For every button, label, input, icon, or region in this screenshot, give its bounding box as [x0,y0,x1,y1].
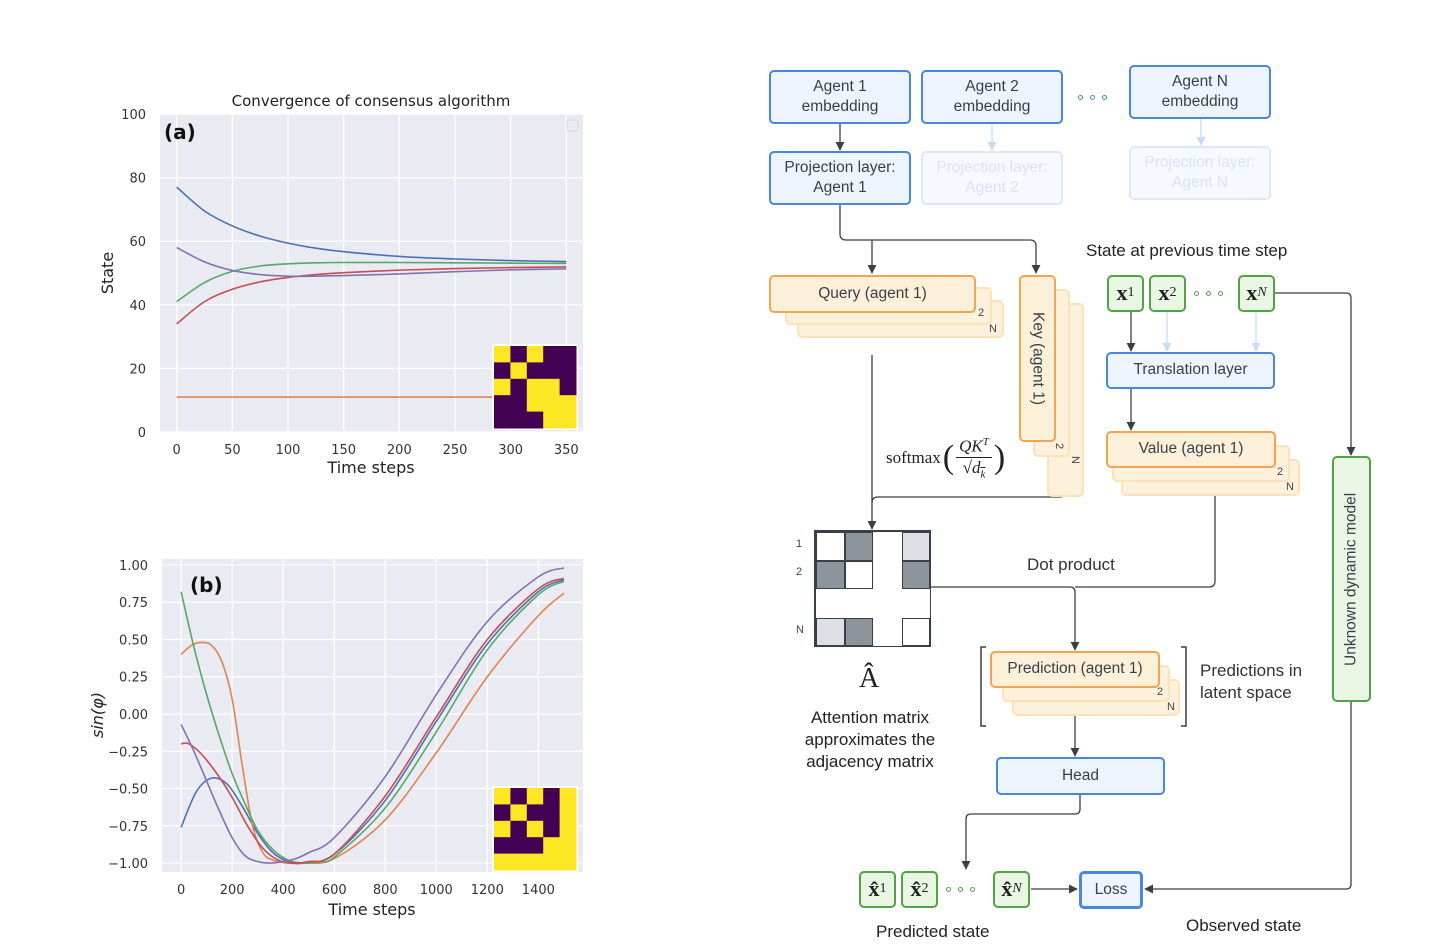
matrix-cell [873,617,902,646]
arrow-proj1-to-key [839,205,1041,274]
x2-symbol: x [1158,280,1170,306]
prediction-stack-N-label: N [1167,701,1175,713]
head-node: Head [996,757,1165,795]
observed-state-label: Observed state [1186,916,1302,935]
projection-agent1-node: Projection layer: Agent 1 [769,151,911,205]
key-stack-2-label: 2 [1053,443,1065,450]
xhat2-node: x̂ 2 [901,871,938,908]
matrix-row-label: 1 [796,538,803,550]
dot-product-label: Dot product [1027,555,1115,574]
agentN-embedding-node: Agent N embedding [1129,65,1271,119]
xhat2-subscript: 2 [921,881,929,897]
xN-subscript: N [1257,285,1267,301]
x2-node: x2 [1149,275,1186,312]
matrix-cell [816,589,845,618]
softmax-paren-left: ( [942,439,955,477]
xhatN-subscript: N [1012,881,1022,897]
arrow-head-to-predicted-state [961,795,1081,870]
projection-agentN-node: Projection layer: Agent N [1129,146,1271,200]
a-hat-symbol: Â [859,663,880,694]
xN-node: xN [1238,275,1275,312]
agent2-embedding-node: Agent 2 embedding [921,70,1063,124]
softmax-numerator: QK [959,436,983,456]
state-ellipsis [1194,291,1223,296]
x2-subscript: 2 [1169,285,1177,301]
matrix-cell [901,560,930,589]
softmax-formula: softmax ( QKT √dk ) [886,436,1007,480]
matrix-cell [816,532,845,561]
predicted-ellipsis [946,887,975,892]
x1-node: x1 [1107,275,1144,312]
predictions-latent-label: Predictions in latent space [1200,661,1303,703]
predicted-state-label: Predicted state [876,922,990,941]
matrix-cell [844,532,873,561]
matrix-cell [844,560,873,589]
prediction-node: Prediction (agent 1) [990,651,1160,688]
softmax-numerator-sup: T [982,436,989,448]
query-stack-2-label: 2 [978,307,985,319]
value-stack-2-label: 2 [1277,466,1284,478]
state-previous-label: State at previous time step [1086,241,1288,260]
value-node: Value (agent 1) [1106,431,1276,468]
attention-caption: Attention matrix approximates the adjace… [804,708,936,772]
softmax-fraction: QKT √dk [956,436,992,480]
arrow-unknown-model-to-loss [1144,702,1352,894]
key-node: Key (agent 1) [1019,275,1056,442]
xhat1-node: x̂ 1 [859,871,896,908]
softmax-paren-right: ) [993,439,1006,477]
unknown-dynamic-model-node: Unknown dynamic model [1332,456,1371,702]
prediction-stack-2-label: 2 [1157,686,1164,698]
key-stack-N-label: N [1069,456,1081,464]
x1-symbol: x [1116,280,1128,306]
softmax-text: softmax [886,448,941,468]
attention-matrix [814,530,931,647]
matrix-cell [873,532,902,561]
predictions-bracket-right [1181,646,1187,727]
arrow-matrix-to-prediction [931,586,1080,651]
matrix-cell [816,560,845,589]
value-stack-N-label: N [1286,481,1294,493]
matrix-cell [901,589,930,618]
matrix-row-label: N [796,624,804,636]
xN-symbol: x [1246,280,1258,306]
xhatN-node: x̂ N [993,871,1030,908]
matrix-row-label: 2 [796,566,803,578]
matrix-cell [873,589,902,618]
query-stack-N-label: N [989,323,997,335]
arrow-xN-to-unknown-model [1275,292,1356,456]
translation-layer-node: Translation layer [1106,352,1275,389]
matrix-cell [816,617,845,646]
matrix-cell [844,617,873,646]
x1-subscript: 1 [1127,285,1135,301]
agent1-embedding-node: Agent 1 embedding [769,70,911,124]
agent-ellipsis [1078,95,1107,100]
matrix-cell [873,560,902,589]
projection-agent2-node: Projection layer: Agent 2 [921,151,1063,205]
predictions-bracket-left [980,646,986,727]
query-node: Query (agent 1) [769,275,976,313]
matrix-cell [901,532,930,561]
xhat1-subscript: 1 [879,881,887,897]
loss-node: Loss [1079,871,1143,909]
matrix-cell [844,589,873,618]
matrix-cell [901,617,930,646]
softmax-denominator-sub: k [980,468,986,481]
